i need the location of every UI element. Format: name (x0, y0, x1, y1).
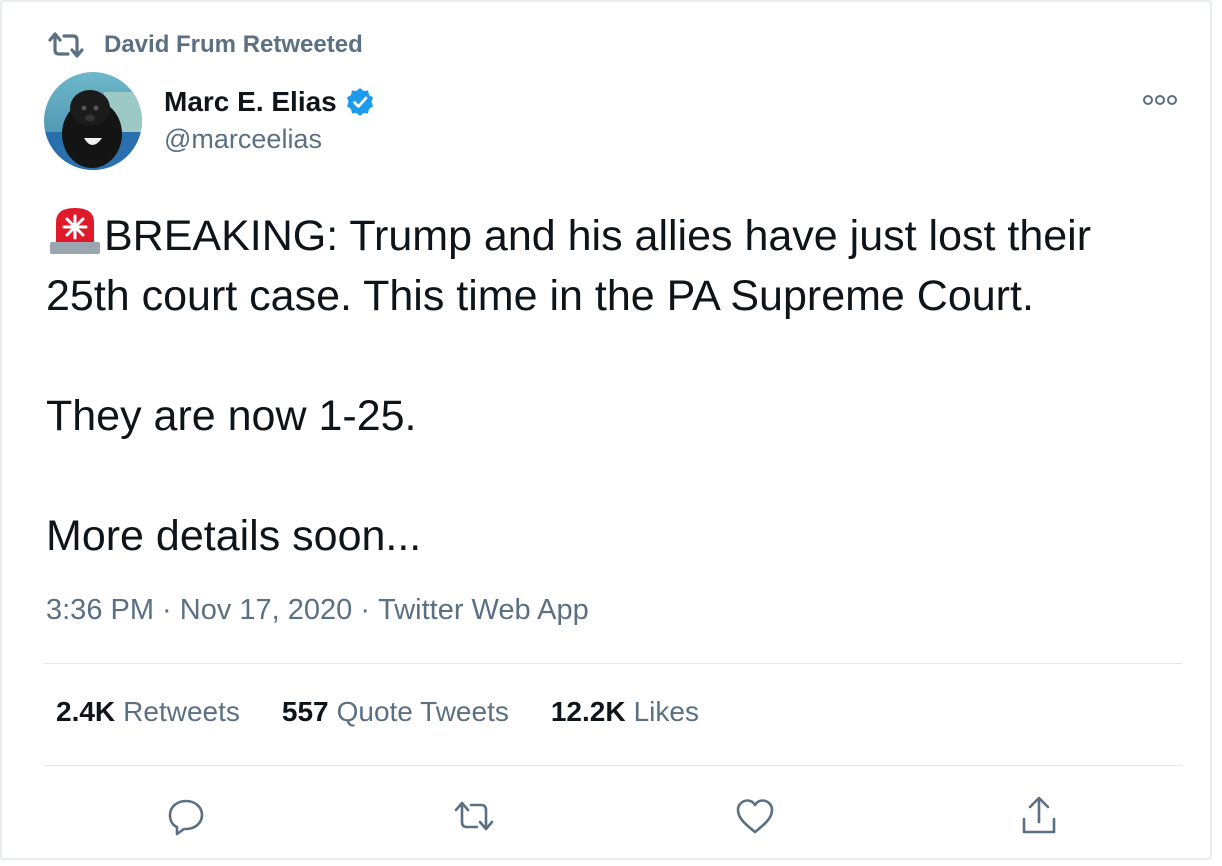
retweets-label: Retweets (123, 696, 240, 727)
avatar[interactable] (44, 72, 142, 170)
verified-badge-icon (345, 87, 375, 117)
tweet-source[interactable]: Twitter Web App (378, 594, 589, 627)
retweets-count: 2.4K (56, 696, 116, 727)
tweet-stats: 2.4K Retweets 557 Quote Tweets 12.2K Lik… (56, 696, 741, 728)
police-siren-icon (46, 202, 104, 256)
more-icon (1143, 95, 1177, 105)
more-options-button[interactable] (1142, 88, 1178, 112)
divider (44, 663, 1182, 664)
tweet-actions (2, 792, 1214, 842)
tweet-paragraph-3: More details soon... (46, 512, 422, 560)
likes-stat[interactable]: 12.2K Likes (551, 696, 699, 728)
tweet-date[interactable]: Nov 17, 2020 (180, 594, 353, 627)
share-button[interactable] (1015, 792, 1063, 840)
tweet-card: David Frum Retweeted Marc E. Elias @marc… (0, 0, 1212, 860)
divider (44, 765, 1182, 766)
retweet-button[interactable] (450, 792, 498, 840)
meta-separator: · (352, 594, 379, 626)
tweet-paragraph-2: They are now 1-25. (46, 392, 417, 440)
reply-icon (168, 799, 204, 836)
share-icon (1022, 796, 1056, 834)
tweet-time[interactable]: 3:36 PM (46, 594, 154, 627)
tweet-paragraph-1-text: BREAKING: Trump and his allies have just… (46, 212, 1092, 320)
meta-separator: · (154, 594, 180, 626)
retweet-icon (46, 30, 86, 60)
author-block[interactable]: Marc E. Elias @marceelias (164, 82, 375, 155)
likes-label: Likes (633, 696, 699, 727)
likes-count: 12.2K (550, 696, 626, 727)
retweet-context[interactable]: David Frum Retweeted (46, 28, 363, 62)
author-handle[interactable]: @marceelias (164, 124, 375, 155)
retweet-context-label: David Frum Retweeted (104, 31, 363, 58)
retweets-stat[interactable]: 2.4K Retweets (56, 696, 240, 728)
quote-tweets-label: Quote Tweets (336, 696, 509, 727)
tweet-meta: 3:36 PM · Nov 17, 2020 · Twitter Web App (46, 594, 589, 627)
retweet-icon (454, 801, 494, 831)
reply-button[interactable] (162, 792, 210, 840)
quote-tweets-count: 557 (281, 696, 329, 727)
like-button[interactable] (731, 792, 779, 840)
author-name[interactable]: Marc E. Elias (164, 82, 375, 122)
tweet-paragraph-1: BREAKING: Trump and his allies have just… (46, 202, 1166, 326)
tweet-text: BREAKING: Trump and his allies have just… (46, 202, 1166, 566)
author-name-text: Marc E. Elias (164, 86, 337, 117)
like-icon (736, 799, 774, 834)
quote-tweets-stat[interactable]: 557 Quote Tweets (282, 696, 509, 728)
